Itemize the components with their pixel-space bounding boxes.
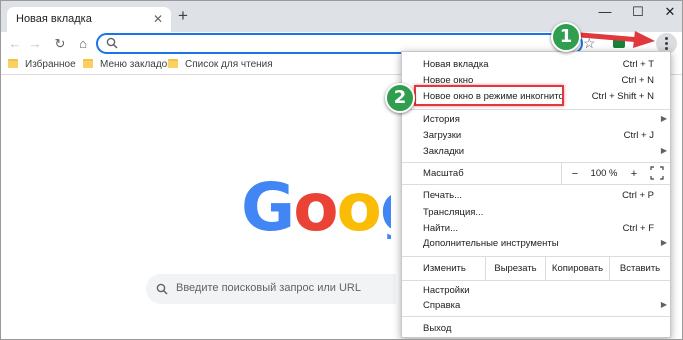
edit-row: Изменить Вырезать Копировать Вставить xyxy=(402,257,670,280)
home-button[interactable]: ⌂ xyxy=(74,35,92,53)
menu-item-shortcut: Ctrl + J xyxy=(623,130,654,141)
chrome-main-menu: Новая вкладка Ctrl + T Новое окно Ctrl +… xyxy=(401,51,671,338)
menu-item-bookmarks[interactable]: Закладки ▶ xyxy=(402,144,670,160)
menu-separator xyxy=(402,316,670,317)
submenu-arrow-icon: ▶ xyxy=(660,238,667,247)
folder-icon xyxy=(8,59,18,68)
maximize-button[interactable]: ☐ xyxy=(626,3,650,23)
menu-item-label: Дополнительные инструменты xyxy=(423,238,559,249)
cut-button[interactable]: Вырезать xyxy=(485,257,545,280)
bookmark-label: Избранное xyxy=(25,59,76,70)
tab-new-tab[interactable]: Новая вкладка ✕ xyxy=(7,7,171,32)
menu-item-help[interactable]: Справка ▶ xyxy=(402,298,670,314)
bookmark-label: Список для чтения xyxy=(185,59,273,70)
reload-button[interactable]: ↻ xyxy=(51,35,69,53)
callout-step-1: 1 xyxy=(551,22,581,52)
menu-item-history[interactable]: История ▶ xyxy=(402,112,670,128)
menu-item-label: Новое окно в режиме инкогнито xyxy=(423,91,564,102)
forward-button[interactable]: → xyxy=(26,35,44,53)
edit-label: Изменить xyxy=(423,263,466,274)
menu-separator xyxy=(402,184,670,185)
menu-item-shortcut: Ctrl + F xyxy=(622,223,654,234)
menu-separator xyxy=(402,109,670,110)
google-logo: Googl xyxy=(241,177,391,239)
zoom-label: Масштаб xyxy=(423,168,464,179)
zoom-in-button[interactable]: + xyxy=(624,164,644,184)
menu-item-new-incognito-window[interactable]: Новое окно в режиме инкогнито Ctrl + Shi… xyxy=(402,89,670,105)
menu-item-label: Новое окно xyxy=(423,75,474,86)
logo-letter: o xyxy=(293,177,338,239)
menu-item-label: История xyxy=(423,114,460,125)
bookmark-favorites[interactable]: Избранное xyxy=(8,58,76,73)
folder-icon xyxy=(83,59,93,68)
fullscreen-icon[interactable] xyxy=(650,166,664,180)
menu-item-shortcut: Ctrl + N xyxy=(621,75,654,86)
menu-separator xyxy=(402,280,670,281)
menu-item-label: Трансляция... xyxy=(423,207,484,218)
folder-icon xyxy=(168,59,178,68)
tab-title: Новая вкладка xyxy=(16,13,92,25)
minimize-button[interactable]: — xyxy=(593,3,617,23)
menu-item-settings[interactable]: Настройки xyxy=(402,283,670,299)
arrow-to-menu-icon xyxy=(578,31,655,48)
more-vertical-icon xyxy=(665,37,668,50)
menu-item-shortcut: Ctrl + T xyxy=(622,59,654,70)
menu-item-label: Выход xyxy=(423,323,452,334)
logo-letter: g xyxy=(380,177,391,239)
search-placeholder: Введите поисковый запрос или URL xyxy=(176,282,361,294)
menu-item-find[interactable]: Найти... Ctrl + F xyxy=(402,221,670,237)
page-search-box[interactable]: Введите поисковый запрос или URL xyxy=(146,274,396,304)
close-tab-icon[interactable]: ✕ xyxy=(153,11,163,27)
menu-item-label: Новая вкладка xyxy=(423,59,489,70)
back-button[interactable]: ← xyxy=(6,35,24,53)
menu-item-label: Загрузки xyxy=(423,130,462,141)
submenu-arrow-icon: ▶ xyxy=(660,300,667,309)
submenu-arrow-icon: ▶ xyxy=(660,114,667,123)
menu-item-shortcut: Ctrl + Shift + N xyxy=(591,91,654,102)
search-icon xyxy=(156,283,168,295)
menu-item-print[interactable]: Печать... Ctrl + P xyxy=(402,188,670,204)
menu-item-label: Закладки xyxy=(423,146,465,157)
menu-item-more-tools[interactable]: Дополнительные инструменты ▶ xyxy=(402,236,670,252)
paste-button[interactable]: Вставить xyxy=(609,257,670,280)
zoom-out-button[interactable]: − xyxy=(565,164,585,184)
bookmark-label: Меню закладок xyxy=(100,59,172,70)
browser-window: Новая вкладка ✕ + — ☐ ✕ ← → ↻ ⌂ ☆ Избран… xyxy=(0,0,683,340)
menu-item-cast[interactable]: Трансляция... xyxy=(402,205,670,221)
menu-item-shortcut: Ctrl + P xyxy=(622,190,654,201)
menu-item-label: Справка xyxy=(423,300,461,311)
menu-item-new-tab[interactable]: Новая вкладка Ctrl + T xyxy=(402,57,670,73)
logo-letter: G xyxy=(241,177,295,239)
bookmark-reading-list[interactable]: Список для чтения xyxy=(168,58,273,73)
menu-item-downloads[interactable]: Загрузки Ctrl + J xyxy=(402,128,670,144)
menu-item-exit[interactable]: Выход xyxy=(402,321,670,337)
zoom-row: Масштаб − 100 % + xyxy=(402,163,670,184)
logo-letter: o xyxy=(336,177,382,239)
copy-button[interactable]: Копировать xyxy=(545,257,609,280)
menu-item-label: Настройки xyxy=(423,285,470,296)
menu-item-new-window[interactable]: Новое окно Ctrl + N xyxy=(402,73,670,89)
menu-item-label: Печать... xyxy=(423,190,463,201)
submenu-arrow-icon: ▶ xyxy=(660,146,667,155)
close-window-button[interactable]: ✕ xyxy=(658,3,682,23)
new-tab-button[interactable]: + xyxy=(178,7,188,25)
search-icon xyxy=(106,37,118,49)
menu-item-label: Найти... xyxy=(423,223,459,234)
zoom-divider xyxy=(561,163,562,184)
bookmark-menu[interactable]: Меню закладок xyxy=(83,58,172,73)
zoom-value: 100 % xyxy=(590,168,618,179)
callout-step-2: 2 xyxy=(385,83,415,113)
